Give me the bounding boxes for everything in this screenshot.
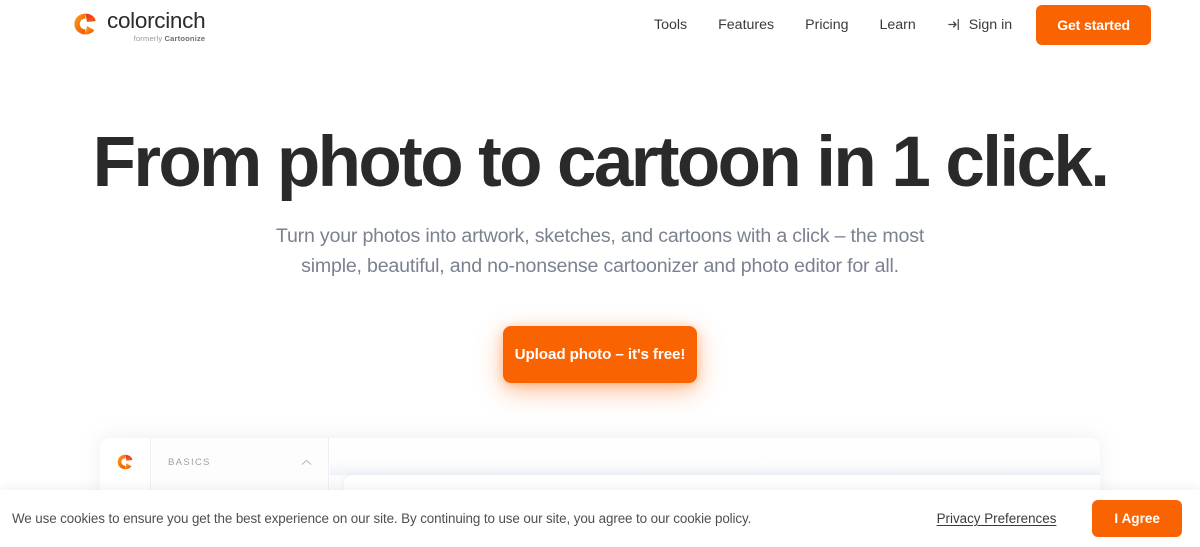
get-started-button[interactable]: Get started <box>1036 4 1151 45</box>
cookie-message: We use cookies to ensure you get the bes… <box>12 511 752 526</box>
sign-in-label: Sign in <box>968 16 1013 33</box>
hero-section: From photo to cartoon in 1 click. Turn y… <box>0 49 1200 383</box>
hero-subheadline: Turn your photos into artwork, sketches,… <box>275 225 925 277</box>
i-agree-button[interactable]: I Agree <box>1092 500 1182 537</box>
privacy-preferences-link[interactable]: Privacy Preferences <box>937 511 1057 526</box>
cookie-actions: Privacy Preferences I Agree <box>937 500 1182 537</box>
upload-photo-button[interactable]: Upload photo – it's free! <box>503 326 697 383</box>
nav-item-pricing[interactable]: Pricing <box>805 17 848 33</box>
logo-tagline-prefix: formerly <box>133 34 165 43</box>
editor-basics-panel-title: BASICS <box>168 457 211 468</box>
sign-in-arrow-icon <box>948 18 959 31</box>
nav-item-learn[interactable]: Learn <box>880 17 916 33</box>
logo-text-group: colorcinch formerly Cartoonize <box>107 8 206 43</box>
hero-cta-container: Upload photo – it's free! <box>0 326 1200 383</box>
nav-item-features[interactable]: Features <box>718 17 774 33</box>
colorcinch-logo-mark-icon <box>74 13 96 35</box>
colorcinch-logo-mark-icon <box>117 454 133 470</box>
editor-canvas-toolbar-shade <box>330 462 1100 475</box>
logo-wordmark: colorcinch <box>107 8 206 33</box>
nav-item-tools[interactable]: Tools <box>654 17 687 33</box>
chevron-up-icon[interactable] <box>301 459 312 466</box>
logo-tagline: formerly Cartoonize <box>134 34 206 43</box>
primary-navigation: Tools Features Pricing Learn Sign in Get… <box>654 0 1200 49</box>
landing-page: colorcinch formerly Cartoonize Tools Fea… <box>0 0 1200 547</box>
cookie-consent-banner: We use cookies to ensure you get the bes… <box>0 490 1200 547</box>
editor-basics-panel-header[interactable]: BASICS <box>152 438 328 468</box>
sign-in-link[interactable]: Sign in <box>947 17 1012 33</box>
site-header: colorcinch formerly Cartoonize Tools Fea… <box>0 0 1200 49</box>
hero-headline: From photo to cartoon in 1 click. <box>92 123 1110 202</box>
site-logo[interactable]: colorcinch formerly Cartoonize <box>72 8 206 43</box>
logo-tagline-strong: Cartoonize <box>164 34 206 43</box>
